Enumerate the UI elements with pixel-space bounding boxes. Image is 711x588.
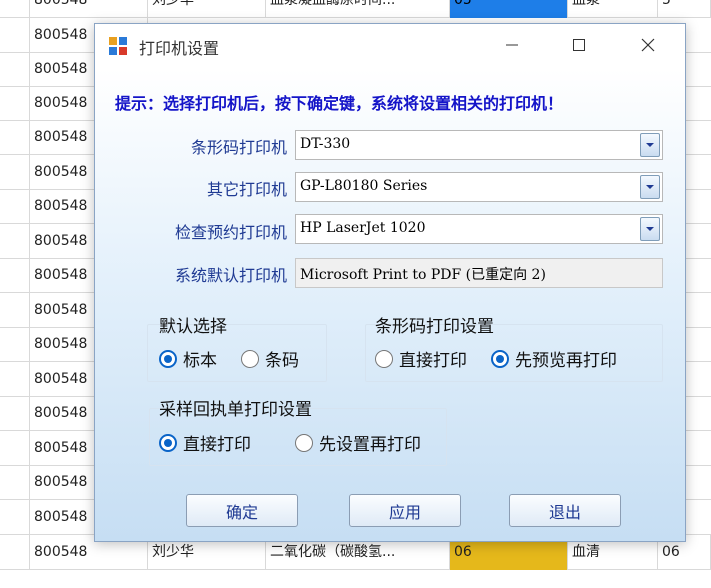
table-cell[interactable]: 血浆凝血酶原时间...: [266, 0, 450, 18]
table-cell[interactable]: [0, 465, 30, 500]
table-cell[interactable]: [0, 52, 30, 87]
radio-checked-icon: [159, 433, 177, 452]
title-bar[interactable]: 打印机设置: [95, 24, 685, 69]
table-cell-highlight[interactable]: 05: [450, 0, 568, 18]
table-cell[interactable]: [0, 258, 30, 293]
default-printer-value: Microsoft Print to PDF (已重定向 2): [300, 267, 546, 283]
radio-label: 条码: [265, 351, 299, 371]
chevron-down-icon[interactable]: [640, 175, 660, 199]
radio-label: 直接打印: [399, 351, 467, 371]
barcode-print-title: 条形码打印设置: [375, 317, 494, 337]
other-printer-select[interactable]: GP-L80180 Series: [295, 172, 663, 202]
barcode-printer-value: DT-330: [300, 136, 351, 152]
radio-label: 先预览再打印: [515, 351, 617, 371]
maximize-button[interactable]: [556, 24, 602, 69]
table-cell[interactable]: [0, 327, 30, 362]
minimize-icon: [505, 37, 519, 56]
exit-button[interactable]: 退出: [509, 494, 621, 527]
table-cell[interactable]: [0, 120, 30, 155]
chevron-down-icon[interactable]: [640, 133, 660, 157]
table-cell[interactable]: 血浆: [568, 0, 658, 18]
table-cell[interactable]: [0, 293, 30, 328]
table-cell[interactable]: [0, 431, 30, 466]
close-button[interactable]: [625, 24, 671, 69]
table-cell[interactable]: 800548: [30, 0, 148, 18]
other-printer-label: 其它打印机: [206, 180, 287, 199]
exam-printer-value: HP LaserJet 1020: [300, 220, 426, 236]
radio-label: 先设置再打印: [319, 435, 421, 455]
printer-settings-dialog: 打印机设置 条形码打印机 DT-330 其它打印机 GP-L80180 Seri…: [94, 23, 686, 542]
radio-specimen[interactable]: 标本: [159, 346, 217, 371]
table-cell[interactable]: [0, 0, 30, 18]
ok-button[interactable]: 确定: [186, 494, 298, 527]
sample-receipt-title: 采样回执单打印设置: [159, 400, 312, 420]
table-cell[interactable]: [0, 18, 30, 53]
default-printer-field: Microsoft Print to PDF (已重定向 2): [295, 258, 663, 288]
barcode-printer-label: 条形码打印机: [190, 138, 287, 157]
window-title: 打印机设置: [139, 39, 220, 58]
apply-button[interactable]: 应用: [349, 494, 461, 527]
table-cell[interactable]: [0, 500, 30, 535]
radio-receipt-direct-print[interactable]: 直接打印: [159, 430, 251, 455]
maximize-icon: [572, 37, 586, 56]
table-row[interactable]: 800548 刘少华 血浆凝血酶原时间... 05 血浆 5: [0, 0, 711, 18]
barcode-printer-select[interactable]: DT-330: [295, 130, 663, 160]
radio-unchecked-icon: [375, 349, 393, 368]
exam-printer-select[interactable]: HP LaserJet 1020: [295, 214, 663, 244]
printer-settings-icon: [108, 36, 128, 56]
exam-printer-label: 检查预约打印机: [174, 223, 287, 242]
other-printer-value: GP-L80180 Series: [300, 178, 428, 194]
default-printer-label: 系统默认打印机: [174, 266, 287, 285]
radio-checked-icon: [491, 349, 509, 368]
table-cell[interactable]: [0, 155, 30, 190]
minimize-button[interactable]: [489, 24, 535, 69]
radio-barcode[interactable]: 条码: [241, 346, 299, 371]
table-cell[interactable]: [0, 189, 30, 224]
table-cell[interactable]: [0, 362, 30, 397]
radio-label: 直接打印: [183, 435, 251, 455]
table-cell[interactable]: [0, 396, 30, 431]
hint-text: 提示：选择打印机后，按下确定键，系统将设置相关的打印机！: [115, 94, 564, 113]
radio-barcode-preview-print[interactable]: 先预览再打印: [491, 346, 617, 371]
default-select-title: 默认选择: [159, 317, 227, 337]
close-icon: [640, 37, 656, 57]
table-cell[interactable]: [0, 224, 30, 259]
radio-label: 标本: [183, 351, 217, 371]
radio-receipt-setup-print[interactable]: 先设置再打印: [295, 430, 421, 455]
radio-barcode-direct-print[interactable]: 直接打印: [375, 346, 467, 371]
table-cell[interactable]: 5: [658, 0, 711, 18]
radio-unchecked-icon: [295, 433, 313, 452]
radio-checked-icon: [159, 349, 177, 368]
table-cell[interactable]: [0, 535, 30, 570]
table-cell[interactable]: [0, 86, 30, 121]
radio-unchecked-icon: [241, 349, 259, 368]
table-cell[interactable]: 刘少华: [148, 0, 266, 18]
chevron-down-icon[interactable]: [640, 217, 660, 241]
